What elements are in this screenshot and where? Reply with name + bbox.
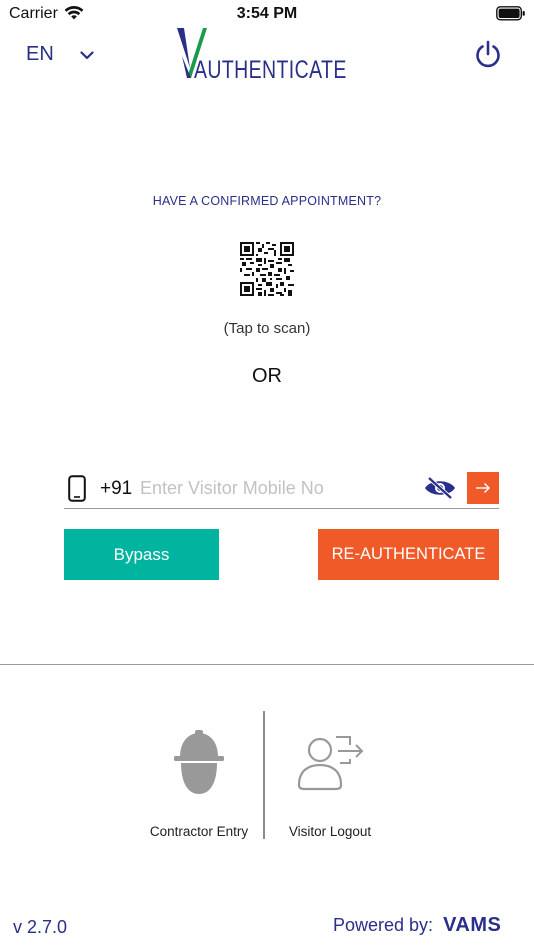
contractor-entry-button[interactable]: Contractor Entry <box>140 725 258 843</box>
visitor-logout-label: Visitor Logout <box>288 824 372 839</box>
app-version: v 2.7.0 <box>13 917 68 937</box>
user-logout-icon <box>296 733 364 796</box>
power-icon <box>476 40 500 68</box>
bypass-button[interactable]: Bypass <box>64 529 219 580</box>
mobile-input-row: +91 <box>64 468 499 509</box>
powered-by: Powered by: VAMS <box>333 914 501 937</box>
language-selector[interactable]: EN <box>26 43 94 66</box>
contractor-entry-label: Contractor Entry <box>149 824 249 839</box>
qr-scan-button[interactable] <box>240 242 294 296</box>
hard-hat-icon <box>172 727 226 802</box>
tap-to-scan-hint: (Tap to scan) <box>223 320 311 337</box>
status-bar: Carrier 3:54 PM <box>0 0 534 28</box>
clock: 3:54 PM <box>236 5 298 22</box>
arrow-right-icon <box>476 483 490 493</box>
vams-logo: VAMS <box>443 914 502 936</box>
appointment-prompt: HAVE A CONFIRMED APPOINTMENT? <box>152 194 382 208</box>
logo-text: AUTHENTICATE <box>194 56 347 84</box>
country-code: +91 <box>100 478 133 499</box>
language-label: EN <box>26 43 54 65</box>
or-separator: OR <box>252 365 282 387</box>
qr-code-icon <box>240 242 294 296</box>
bottom-vertical-divider <box>263 711 265 839</box>
app-logo: AUTHENTICATE <box>176 26 361 86</box>
power-button[interactable] <box>474 40 502 73</box>
powered-by-label: Powered by: <box>333 915 434 935</box>
phone-icon <box>68 475 86 507</box>
visitor-mobile-input[interactable] <box>140 472 410 504</box>
section-divider <box>0 664 534 665</box>
submit-mobile-button[interactable] <box>467 472 499 504</box>
eye-slash-icon[interactable] <box>423 476 457 505</box>
re-authenticate-button[interactable]: RE-AUTHENTICATE <box>318 529 499 580</box>
visitor-logout-button[interactable]: Visitor Logout <box>278 725 382 843</box>
battery-icon <box>496 6 526 26</box>
chevron-down-icon <box>80 43 94 66</box>
